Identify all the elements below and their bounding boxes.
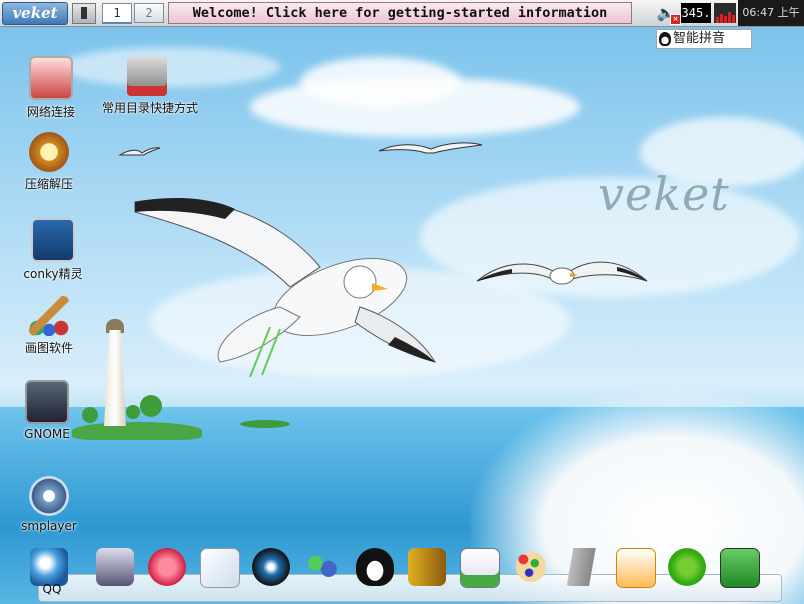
seagull-mid bbox=[378, 142, 483, 154]
islet bbox=[240, 420, 290, 428]
system-monitor-icon bbox=[31, 218, 75, 262]
ime-name: 智能拼音 bbox=[673, 31, 726, 46]
welcome-notice-button[interactable]: Welcome! Click here for getting-started … bbox=[168, 2, 632, 24]
desktop-icon-paint[interactable]: 画图软件 bbox=[4, 296, 94, 356]
media-icon[interactable] bbox=[252, 548, 290, 586]
memory-graph-icon[interactable] bbox=[714, 3, 736, 23]
show-desktop-button[interactable] bbox=[72, 3, 96, 24]
network-disconnected-icon[interactable]: × bbox=[670, 14, 681, 25]
desktop-icon-smplayer[interactable]: smplayer bbox=[4, 476, 94, 533]
desktop-icon-gnome[interactable]: GNOME bbox=[2, 380, 92, 441]
tree bbox=[140, 395, 162, 417]
archive-icon bbox=[29, 132, 69, 172]
desktop-icon-label: GNOME bbox=[24, 427, 70, 441]
veket-menu-button[interactable]: veket bbox=[2, 2, 68, 25]
palette-icon[interactable] bbox=[512, 548, 550, 586]
clock[interactable]: 06:47 上午 bbox=[738, 0, 804, 26]
monitor-icon[interactable] bbox=[96, 548, 134, 586]
desktop-icon-label: smplayer bbox=[21, 519, 77, 533]
lighthouse bbox=[104, 330, 126, 426]
penguin-icon-dock[interactable] bbox=[356, 548, 394, 586]
desktop-icon-label: 压缩解压 bbox=[24, 177, 73, 191]
tree bbox=[126, 405, 140, 419]
cpu-frequency-readout[interactable]: 345. bbox=[681, 3, 711, 23]
files-icon[interactable] bbox=[408, 548, 446, 586]
seagull-small bbox=[118, 147, 161, 156]
gnome-mplayer-icon bbox=[25, 380, 69, 424]
desktop-icon-label: 常用目录快捷方式 bbox=[102, 101, 199, 115]
desktop-icon-network[interactable]: 网络连接 bbox=[6, 56, 96, 120]
help-icon[interactable] bbox=[668, 548, 706, 586]
camera-icon[interactable] bbox=[720, 548, 760, 588]
desktop-icon-folder-shortcuts[interactable]: 常用目录快捷方式 bbox=[102, 56, 199, 116]
notepad-icon[interactable] bbox=[200, 548, 240, 588]
desktop-icon-label: 画图软件 bbox=[24, 341, 73, 355]
input-method-indicator[interactable]: 智能拼音 bbox=[656, 29, 752, 49]
dock-label-qq: QQ bbox=[42, 582, 62, 596]
network-monitor-icon bbox=[29, 56, 73, 100]
seagull-large bbox=[134, 197, 437, 377]
chart-icon[interactable] bbox=[460, 548, 500, 588]
seagull-right bbox=[476, 261, 648, 285]
desktop-icon-archive[interactable]: 压缩解压 bbox=[4, 132, 94, 192]
desktop-icon-label: conky精灵 bbox=[23, 267, 83, 281]
paint-brush-icon bbox=[29, 296, 69, 336]
smplayer-icon bbox=[29, 476, 69, 516]
workspace-2-button[interactable]: 2 bbox=[134, 3, 164, 23]
usb-icon[interactable] bbox=[564, 548, 602, 586]
qq-icon[interactable] bbox=[30, 548, 68, 586]
folder-shortcut-icon bbox=[127, 56, 167, 96]
users-icon[interactable] bbox=[304, 548, 342, 586]
desktop-icon-conky[interactable]: conky精灵 bbox=[8, 218, 98, 282]
workspace-1-button[interactable]: 1 bbox=[102, 3, 132, 24]
game-icon[interactable] bbox=[616, 548, 656, 588]
veket-watermark: veket bbox=[598, 167, 730, 221]
pet-icon[interactable] bbox=[148, 548, 186, 586]
desktop-icon-label: 网络连接 bbox=[26, 105, 75, 119]
penguin-icon bbox=[659, 32, 671, 46]
